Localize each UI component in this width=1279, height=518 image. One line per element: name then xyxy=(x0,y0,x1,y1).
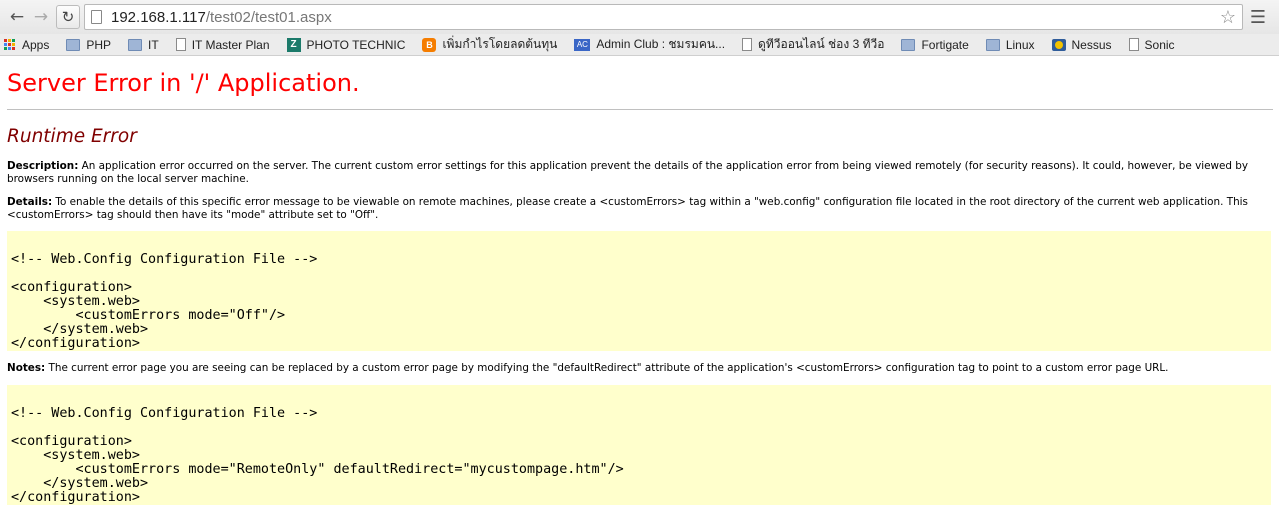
bookmark-apps[interactable]: Apps xyxy=(4,38,49,52)
url-path: /test02/test01.aspx xyxy=(205,8,332,26)
page-icon xyxy=(742,38,753,51)
bookmark-label: Admin Club : ชมรมคน... xyxy=(596,37,726,51)
code-comment: <!-- Web.Config Configuration File --> xyxy=(11,252,318,267)
code-line: </configuration> xyxy=(11,489,140,505)
code-block-config-remoteonly: <!-- Web.Config Configuration File --> <c… xyxy=(7,384,1271,505)
code-line: <system.web> xyxy=(11,447,140,463)
nessus-icon xyxy=(1051,38,1066,51)
address-bar[interactable]: 192.168.1.117/test02/test01.aspx ☆ xyxy=(84,4,1243,30)
notes-label: Notes: xyxy=(7,362,46,374)
bookmark-label: Apps xyxy=(22,37,50,52)
code-line: <configuration> xyxy=(11,433,132,449)
code-line: </system.web> xyxy=(11,475,149,491)
code-line: </system.web> xyxy=(11,322,149,337)
bookmark-label: IT Master Plan xyxy=(191,37,270,52)
menu-icon[interactable]: ☰ xyxy=(1243,7,1273,28)
page-icon xyxy=(91,10,102,24)
bookmark-label: IT xyxy=(148,37,159,52)
details-text: To enable the details of this specific e… xyxy=(7,196,1248,221)
bookmark-label: ดูทีวีออนไลน์ ช่อง 3 ทีวีอ xyxy=(758,37,885,51)
reload-icon[interactable]: ↻ xyxy=(56,5,80,29)
bookmark-label: Fortigate xyxy=(921,37,969,52)
bookmark-fortigate[interactable]: Fortigate xyxy=(901,37,969,52)
error-subtitle: Runtime Error xyxy=(7,126,137,147)
admin-club-icon: AC xyxy=(574,38,591,51)
bookmark-linux[interactable]: Linux xyxy=(985,37,1035,52)
page-icon xyxy=(1128,38,1139,51)
bookmark-blogger[interactable]: B เพิ่มกำไรโดยลดต้นทุน xyxy=(422,35,557,54)
code-line: <customErrors mode="Off"/> xyxy=(11,308,286,323)
bookmark-label: Sonic xyxy=(1144,37,1175,52)
bookmark-label: Linux xyxy=(1005,37,1035,52)
details-label: Details: xyxy=(7,196,53,208)
code-line: <system.web> xyxy=(11,294,140,309)
bookmark-admin-club[interactable]: AC Admin Club : ชมรมคน... xyxy=(574,35,725,54)
blogger-icon: B xyxy=(422,37,437,52)
bookmarks-bar: Apps PHP IT IT Master Plan Z PHOTO TECHN… xyxy=(0,34,1279,56)
page-title: Server Error in '/' Application. xyxy=(7,69,360,97)
browser-toolbar: ← → ↻ 192.168.1.117/test02/test01.aspx ☆… xyxy=(0,0,1279,34)
notes-paragraph: Notes: The current error page you are se… xyxy=(7,362,1273,375)
description-text: An application error occurred on the ser… xyxy=(7,160,1249,185)
apps-grid-icon xyxy=(4,38,16,51)
forward-arrow-icon[interactable]: → xyxy=(30,5,52,29)
bookmark-php[interactable]: PHP xyxy=(66,38,111,52)
bookmark-label: PHOTO TECHNIC xyxy=(306,37,406,52)
bookmark-label: เพิ่มกำไรโดยลดต้นทุน xyxy=(442,37,558,51)
code-comment: <!-- Web.Config Configuration File --> xyxy=(11,405,318,421)
code-line: </configuration> xyxy=(11,336,140,351)
bookmark-it-master-plan[interactable]: IT Master Plan xyxy=(175,37,270,52)
bookmark-label: Nessus xyxy=(1071,37,1112,52)
folder-icon xyxy=(901,38,916,51)
divider xyxy=(7,109,1273,110)
back-arrow-icon[interactable]: ← xyxy=(6,5,28,29)
code-block-config-off: <!-- Web.Config Configuration File --> <c… xyxy=(7,231,1271,351)
bookmark-star-icon[interactable]: ☆ xyxy=(1220,7,1236,28)
bookmark-nessus[interactable]: Nessus xyxy=(1051,37,1112,52)
description-paragraph: Description: An application error occurr… xyxy=(7,160,1273,185)
details-paragraph: Details: To enable the details of this s… xyxy=(7,196,1273,221)
page-icon xyxy=(175,38,186,51)
folder-icon xyxy=(128,38,143,51)
description-label: Description: xyxy=(7,160,79,172)
code-line: <configuration> xyxy=(11,280,132,295)
folder-icon xyxy=(66,38,81,51)
bookmark-it[interactable]: IT xyxy=(128,38,159,52)
code-line: <customErrors mode="RemoteOnly" defaultR… xyxy=(11,461,624,477)
bookmark-label: PHP xyxy=(86,37,112,52)
folder-icon xyxy=(985,38,1000,51)
url-host: 192.168.1.117 xyxy=(111,8,206,26)
z-logo-icon: Z xyxy=(286,37,301,52)
bookmark-photo-technic[interactable]: Z PHOTO TECHNIC xyxy=(286,37,406,52)
notes-text: The current error page you are seeing ca… xyxy=(45,362,1169,374)
bookmark-tv-online[interactable]: ดูทีวีออนไลน์ ช่อง 3 ทีวีอ xyxy=(742,35,884,54)
bookmark-sonic[interactable]: Sonic xyxy=(1128,37,1175,52)
error-page: Server Error in '/' Application. Runtime… xyxy=(0,56,1279,505)
